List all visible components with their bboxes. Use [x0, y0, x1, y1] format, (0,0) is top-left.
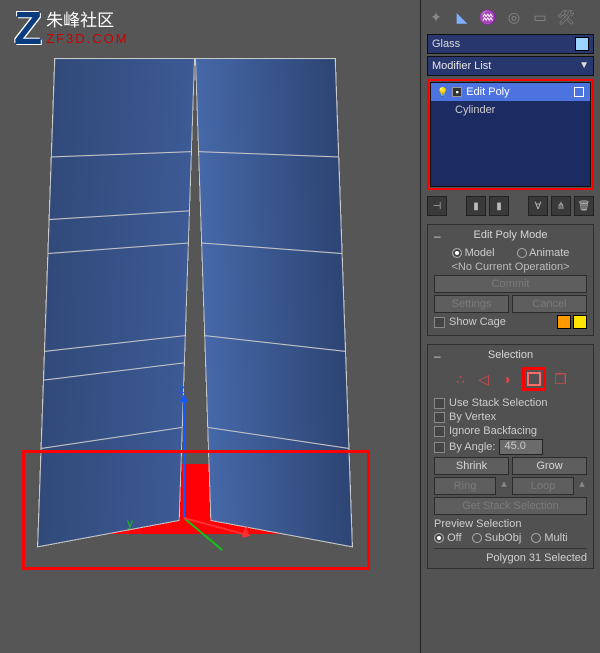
radio-off-label: Off [447, 532, 461, 544]
radio-preview-subobj[interactable] [472, 533, 482, 543]
annotation-highlight-modifier: ▪ Edit Poly Cylinder [427, 79, 594, 190]
stack-result-toggle[interactable] [574, 87, 584, 97]
model-prism[interactable]: z y x [35, 58, 355, 568]
axis-y-label: y [127, 516, 133, 530]
stack-toolbar: ⊣ ▮ ▮ ∀ ⋔ 🗑 [427, 196, 594, 216]
radio-preview-off[interactable] [434, 533, 444, 543]
radio-multi-label: Multi [544, 532, 567, 544]
loop-button[interactable]: Loop [512, 477, 574, 495]
axis-x-label: x [243, 522, 249, 536]
hierarchy-tab-icon[interactable]: ♒ [479, 8, 497, 26]
configure-sets-icon[interactable]: ⋔ [551, 196, 571, 216]
radio-label-model: Model [465, 247, 495, 259]
edge-level-icon[interactable]: ◁ [476, 371, 492, 387]
current-operation-text: <No Current Operation> [434, 261, 587, 273]
cancel-button[interactable]: Cancel [512, 295, 587, 313]
chevron-down-icon: ▼ [579, 57, 589, 75]
ignore-backfacing-label: Ignore Backfacing [449, 425, 537, 437]
object-name-field[interactable]: Glass [427, 34, 594, 54]
vertex-level-icon[interactable]: ∴ [453, 371, 469, 387]
by-angle-label: By Angle: [449, 441, 495, 453]
radio-animate[interactable] [517, 248, 527, 258]
subobject-level-icons: ∴ ◁ ◑ ❒ [434, 367, 587, 391]
grow-button[interactable]: Grow [512, 457, 587, 475]
radio-label-animate: Animate [529, 247, 569, 259]
preview-selection-label: Preview Selection [434, 518, 587, 530]
radio-preview-multi[interactable] [531, 533, 541, 543]
trash-icon[interactable]: 🗑 [574, 196, 594, 216]
stack-item-label: Edit Poly [466, 86, 509, 98]
radio-subobj-label: SubObj [485, 532, 522, 544]
annotation-highlight-polygon-level [522, 367, 546, 391]
remove-modifier-icon[interactable]: ∀ [528, 196, 548, 216]
panel-tabs: ✦ ◣ ♒ ◎ ▭ 🛠 [427, 6, 594, 28]
polygon-level-icon[interactable] [526, 371, 542, 387]
cage-color-swatch-2[interactable] [573, 315, 587, 329]
by-vertex-label: By Vertex [449, 411, 496, 423]
modify-tab-icon[interactable]: ◣ [453, 8, 471, 26]
modifier-list-dropdown[interactable]: Modifier List ▼ [427, 56, 594, 76]
modifier-stack[interactable]: ▪ Edit Poly Cylinder [430, 82, 591, 187]
settings-button[interactable]: Settings [434, 295, 509, 313]
stack-item-cylinder[interactable]: Cylinder [431, 101, 590, 119]
radio-model[interactable] [452, 248, 462, 258]
by-vertex-checkbox[interactable] [434, 412, 445, 423]
object-color-swatch[interactable] [575, 37, 589, 51]
rollout-selection: Selection ∴ ◁ ◑ ❒ Use Stack Selection By… [427, 344, 594, 569]
stack-item-edit-poly[interactable]: ▪ Edit Poly [431, 83, 590, 101]
element-level-icon[interactable]: ❒ [553, 371, 569, 387]
rollout-title-selection[interactable]: Selection [434, 349, 587, 361]
by-angle-checkbox[interactable] [434, 442, 445, 453]
create-tab-icon[interactable]: ✦ [427, 8, 445, 26]
rollout-title[interactable]: Edit Poly Mode [434, 229, 587, 241]
modifier-list-label: Modifier List [432, 57, 491, 75]
community-name: 朱峰社区 [46, 12, 128, 31]
shrink-button[interactable]: Shrink [434, 457, 509, 475]
by-angle-spinner[interactable]: 45.0 [499, 439, 543, 455]
expand-icon[interactable]: ▪ [452, 87, 462, 97]
watermark-zhufeng: Z 朱峰社区 ZF3D.COM [14, 8, 129, 49]
axis-z-label: z [179, 382, 185, 396]
object-name-text: Glass [432, 35, 460, 53]
show-cage-label: Show Cage [449, 316, 506, 328]
axis-z[interactable] [183, 398, 185, 518]
cage-color-swatch-1[interactable] [557, 315, 571, 329]
motion-tab-icon[interactable]: ◎ [505, 8, 523, 26]
visibility-toggle-icon[interactable] [437, 86, 448, 98]
display-tab-icon[interactable]: ▭ [531, 8, 549, 26]
use-stack-checkbox[interactable] [434, 398, 445, 409]
ignore-backfacing-checkbox[interactable] [434, 426, 445, 437]
get-stack-selection-button[interactable]: Get Stack Selection [434, 497, 587, 515]
stack-item-label: Cylinder [455, 104, 495, 116]
selection-status-text: Polygon 31 Selected [434, 548, 587, 564]
ring-button[interactable]: Ring [434, 477, 496, 495]
command-panel: ✦ ◣ ♒ ◎ ▭ 🛠 Glass Modifier List ▼ ▪ Edit… [420, 0, 600, 653]
z-logo-icon: Z [14, 8, 42, 49]
show-cage-checkbox[interactable] [434, 317, 445, 328]
zf3d-url: ZF3D.COM [46, 31, 128, 46]
pin-stack-icon[interactable]: ⊣ [427, 196, 447, 216]
viewport-3d[interactable]: Z 朱峰社区 ZF3D.COM 思缘设计论坛 WWW.MISSYUAN.COM … [0, 0, 420, 653]
make-unique-icon[interactable]: ▮ [489, 196, 509, 216]
use-stack-label: Use Stack Selection [449, 397, 547, 409]
show-end-result-icon[interactable]: ▮ [466, 196, 486, 216]
utilities-tab-icon[interactable]: 🛠 [557, 8, 575, 26]
transform-gizmo[interactable]: z y x [171, 378, 291, 518]
rollout-edit-poly-mode: Edit Poly Mode Model Animate <No Current… [427, 224, 594, 336]
border-level-icon[interactable]: ◑ [499, 371, 515, 387]
commit-button[interactable]: Commit [434, 275, 587, 293]
